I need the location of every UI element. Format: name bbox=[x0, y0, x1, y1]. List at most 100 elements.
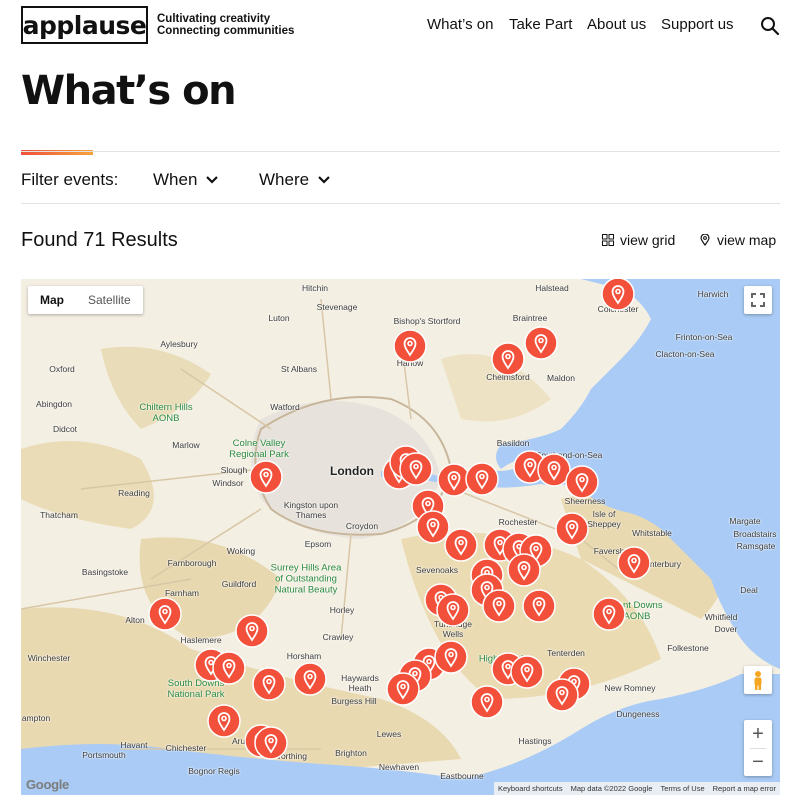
search-icon[interactable] bbox=[760, 16, 780, 36]
nav-take-part[interactable]: Take Part bbox=[509, 16, 572, 33]
place-label: Reading bbox=[118, 488, 150, 498]
event-pin[interactable] bbox=[524, 326, 558, 360]
place-label: Surrey Hills Area of Outstanding Natural… bbox=[270, 562, 342, 596]
map-pin-icon bbox=[465, 462, 499, 496]
place-label: Havant bbox=[120, 740, 148, 750]
event-pin[interactable] bbox=[565, 465, 599, 499]
view-grid-button[interactable]: view grid bbox=[602, 232, 675, 248]
tagline-line-2: Connecting communities bbox=[157, 25, 295, 37]
event-pin[interactable] bbox=[436, 593, 470, 627]
event-pin[interactable] bbox=[393, 329, 427, 363]
place-label: Epsom bbox=[304, 539, 332, 549]
divider-top bbox=[21, 151, 780, 152]
nav-about-us[interactable]: About us bbox=[587, 16, 646, 33]
map-pin-icon bbox=[482, 589, 516, 623]
place-label: Portsmouth bbox=[82, 750, 126, 760]
when-filter-button[interactable]: When bbox=[153, 170, 219, 190]
event-pin[interactable] bbox=[482, 589, 516, 623]
map-pin-icon bbox=[254, 726, 288, 760]
event-pin[interactable] bbox=[470, 685, 504, 719]
tagline-line-1: Cultivating creativity bbox=[157, 13, 271, 25]
terms-link[interactable]: Terms of Use bbox=[656, 782, 708, 795]
event-pin[interactable] bbox=[148, 597, 182, 631]
event-pin[interactable] bbox=[252, 667, 286, 701]
event-pin[interactable] bbox=[386, 672, 420, 706]
applause-logo[interactable]: applause bbox=[21, 6, 148, 44]
divider-filters bbox=[21, 203, 780, 204]
pegman-icon[interactable] bbox=[744, 666, 772, 694]
place-label: Whitstable bbox=[632, 528, 672, 538]
place-label: Didcot bbox=[52, 424, 78, 434]
event-pin[interactable] bbox=[555, 512, 589, 546]
map-pin-icon bbox=[592, 597, 626, 631]
event-pin[interactable] bbox=[444, 528, 478, 562]
event-pin[interactable] bbox=[235, 614, 269, 648]
event-pin[interactable] bbox=[507, 553, 541, 587]
place-label: Newhaven bbox=[378, 762, 420, 772]
place-label: New Romney bbox=[604, 683, 656, 693]
place-label: Woking bbox=[226, 546, 256, 556]
report-error-link[interactable]: Report a map error bbox=[709, 782, 780, 795]
logo-text: applause bbox=[22, 10, 147, 40]
place-label: Kingston upon Thames bbox=[283, 500, 339, 520]
map-data-text: Map data ©2022 Google bbox=[570, 784, 653, 793]
event-pin[interactable] bbox=[545, 678, 579, 712]
zoom-control: + − bbox=[744, 720, 772, 776]
keyboard-shortcuts-link[interactable]: Keyboard shortcuts bbox=[494, 782, 567, 795]
event-pin[interactable] bbox=[293, 662, 327, 696]
view-grid-label: view grid bbox=[620, 232, 676, 248]
place-label: Crawley bbox=[322, 632, 354, 642]
place-label: Braintree bbox=[512, 313, 548, 323]
google-logo[interactable]: Google bbox=[26, 777, 69, 792]
place-label: Basildon bbox=[496, 438, 530, 448]
place-label: Chiltern Hills AONB bbox=[139, 402, 193, 424]
when-label: When bbox=[153, 170, 198, 189]
place-label: Folkestone bbox=[667, 643, 709, 653]
nav-whats-on[interactable]: What’s on bbox=[427, 16, 493, 33]
nav-support-us[interactable]: Support us bbox=[661, 16, 734, 33]
map-attribution: Keyboard shortcuts Map data ©2022 Google… bbox=[493, 782, 780, 795]
event-pin[interactable] bbox=[249, 460, 283, 494]
place-label: Sevenoaks bbox=[415, 565, 459, 575]
place-label: St Albans bbox=[281, 364, 317, 374]
event-pin[interactable] bbox=[592, 597, 626, 631]
event-pin[interactable] bbox=[465, 462, 499, 496]
place-label: Croydon bbox=[345, 521, 379, 531]
view-map-button[interactable]: view map bbox=[699, 232, 776, 248]
place-label: Windsor bbox=[212, 478, 244, 488]
map-pin-icon bbox=[700, 234, 710, 246]
zoom-in-button[interactable]: + bbox=[744, 720, 772, 748]
place-label: Oxford bbox=[49, 364, 75, 374]
event-pin[interactable] bbox=[212, 651, 246, 685]
chevron-down-icon bbox=[206, 176, 219, 184]
map-pin-icon bbox=[555, 512, 589, 546]
place-label: Aylesbury bbox=[160, 339, 198, 349]
place-label: Dover bbox=[714, 624, 738, 634]
event-pin[interactable] bbox=[510, 655, 544, 689]
map-type-satellite-button[interactable]: Satellite bbox=[76, 286, 143, 314]
filter-label: Filter events: bbox=[21, 170, 119, 189]
where-filter-button[interactable]: Where bbox=[259, 170, 331, 190]
event-map[interactable]: Hitchin Halstead Harwich Luton Stevenage… bbox=[21, 279, 780, 795]
map-pin-icon bbox=[436, 593, 470, 627]
fullscreen-icon[interactable] bbox=[744, 286, 772, 314]
place-label: Brighton bbox=[335, 748, 367, 758]
event-pin[interactable] bbox=[491, 342, 525, 376]
chevron-down-icon bbox=[318, 176, 330, 184]
event-pin[interactable] bbox=[522, 589, 556, 623]
zoom-out-button[interactable]: − bbox=[744, 748, 772, 776]
event-pin[interactable] bbox=[617, 546, 651, 580]
event-pin[interactable] bbox=[207, 704, 241, 738]
map-pin-icon bbox=[386, 672, 420, 706]
place-label: Horsham bbox=[286, 651, 322, 661]
place-label: Deal bbox=[740, 585, 758, 595]
event-pin[interactable] bbox=[601, 279, 635, 311]
event-pin[interactable] bbox=[434, 640, 468, 674]
event-pin[interactable] bbox=[399, 452, 433, 486]
place-label: Chichester bbox=[165, 743, 207, 753]
event-pin[interactable] bbox=[254, 726, 288, 760]
place-label: Thatcham bbox=[40, 510, 78, 520]
map-type-map-button[interactable]: Map bbox=[28, 286, 76, 314]
place-label: Ramsgate bbox=[736, 541, 776, 551]
map-pin-icon bbox=[207, 704, 241, 738]
